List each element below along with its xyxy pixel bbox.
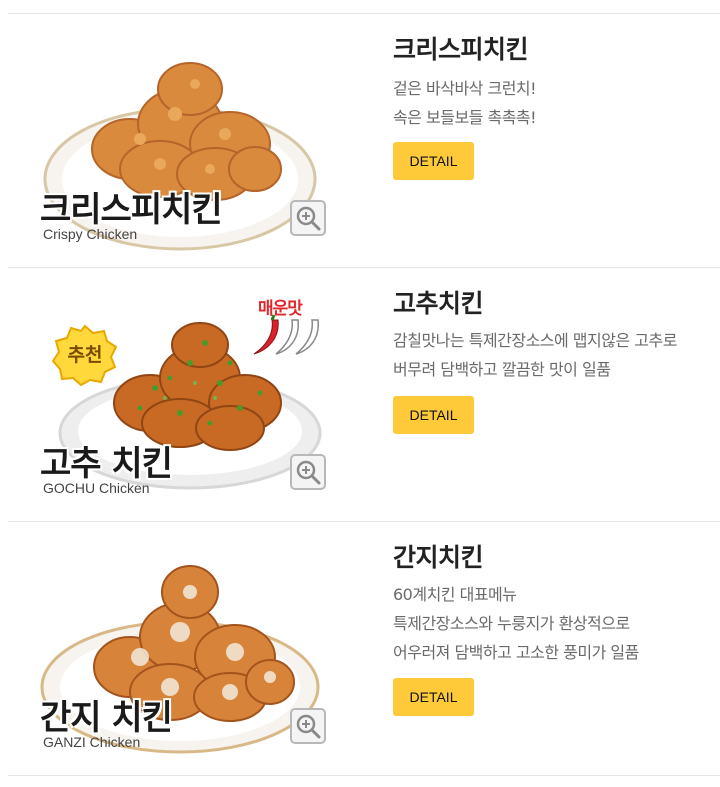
zoom-button-ganzi[interactable] <box>290 708 326 744</box>
recommend-badge: 추천 <box>52 324 118 386</box>
desc-line: 겉은 바삭바삭 크런치! <box>393 79 537 98</box>
image-subtitle-ganzi: GANZI Chicken <box>43 734 141 750</box>
recommend-badge-text: 추천 <box>67 344 103 366</box>
detail-button-crispy[interactable]: DETAIL <box>393 142 474 180</box>
zoom-button-gochu[interactable] <box>290 454 326 490</box>
image-title-crispy: 크리스피치킨 <box>40 190 223 230</box>
divider-bottom <box>8 775 720 776</box>
zoom-in-icon <box>296 206 321 231</box>
product-desc-ganzi: 60계치킨 대표메뉴 특제간장소스와 누룽지가 환상적으로 어우러져 담백하고 … <box>393 580 639 667</box>
desc-line: 어우러져 담백하고 고소한 풍미가 일품 <box>393 643 639 662</box>
image-subtitle-crispy: Crispy Chicken <box>43 226 138 242</box>
zoom-in-icon <box>296 714 321 739</box>
product-desc-crispy: 겉은 바삭바삭 크런치! 속은 보들보들 촉촉촉! <box>393 74 537 132</box>
zoom-button-crispy[interactable] <box>290 200 326 236</box>
product-title-ganzi: 간지치킨 <box>393 543 484 572</box>
image-title-ganzi: 간지 치킨 <box>40 698 173 738</box>
desc-line: 속은 보들보들 촉촉촉! <box>393 108 537 127</box>
desc-line: 특제간장소스와 누룽지가 환상적으로 <box>393 614 630 633</box>
product-title-crispy: 크리스피치킨 <box>393 35 529 64</box>
menu-item-gochu: 추천 매운맛 고추 치킨 GOCHU Chicken 고추치킨 감칠맛나는 특제… <box>0 268 720 521</box>
chili-pepper-icon <box>253 314 319 355</box>
product-title-gochu: 고추치킨 <box>393 289 484 318</box>
menu-item-ganzi: 간지 치킨 GANZI Chicken 간지치킨 60계치킨 대표메뉴 특제간장… <box>0 522 720 775</box>
image-title-gochu: 고추 치킨 <box>40 444 173 484</box>
detail-button-gochu[interactable]: DETAIL <box>393 396 474 434</box>
menu-item-crispy: 크리스피치킨 Crispy Chicken 크리스피치킨 겉은 바삭바삭 크런치… <box>0 14 720 267</box>
desc-line: 감칠맛나는 특제간장소스에 맵지않은 고추로 <box>393 331 677 350</box>
detail-button-ganzi[interactable]: DETAIL <box>393 678 474 716</box>
desc-line: 60계치킨 대표메뉴 <box>393 585 517 604</box>
desc-line: 버무려 담백하고 깔끔한 맛이 일품 <box>393 360 611 379</box>
image-subtitle-gochu: GOCHU Chicken <box>43 480 150 496</box>
product-desc-gochu: 감칠맛나는 특제간장소스에 맵지않은 고추로 버무려 담백하고 깔끔한 맛이 일… <box>393 326 677 384</box>
zoom-in-icon <box>296 460 321 485</box>
